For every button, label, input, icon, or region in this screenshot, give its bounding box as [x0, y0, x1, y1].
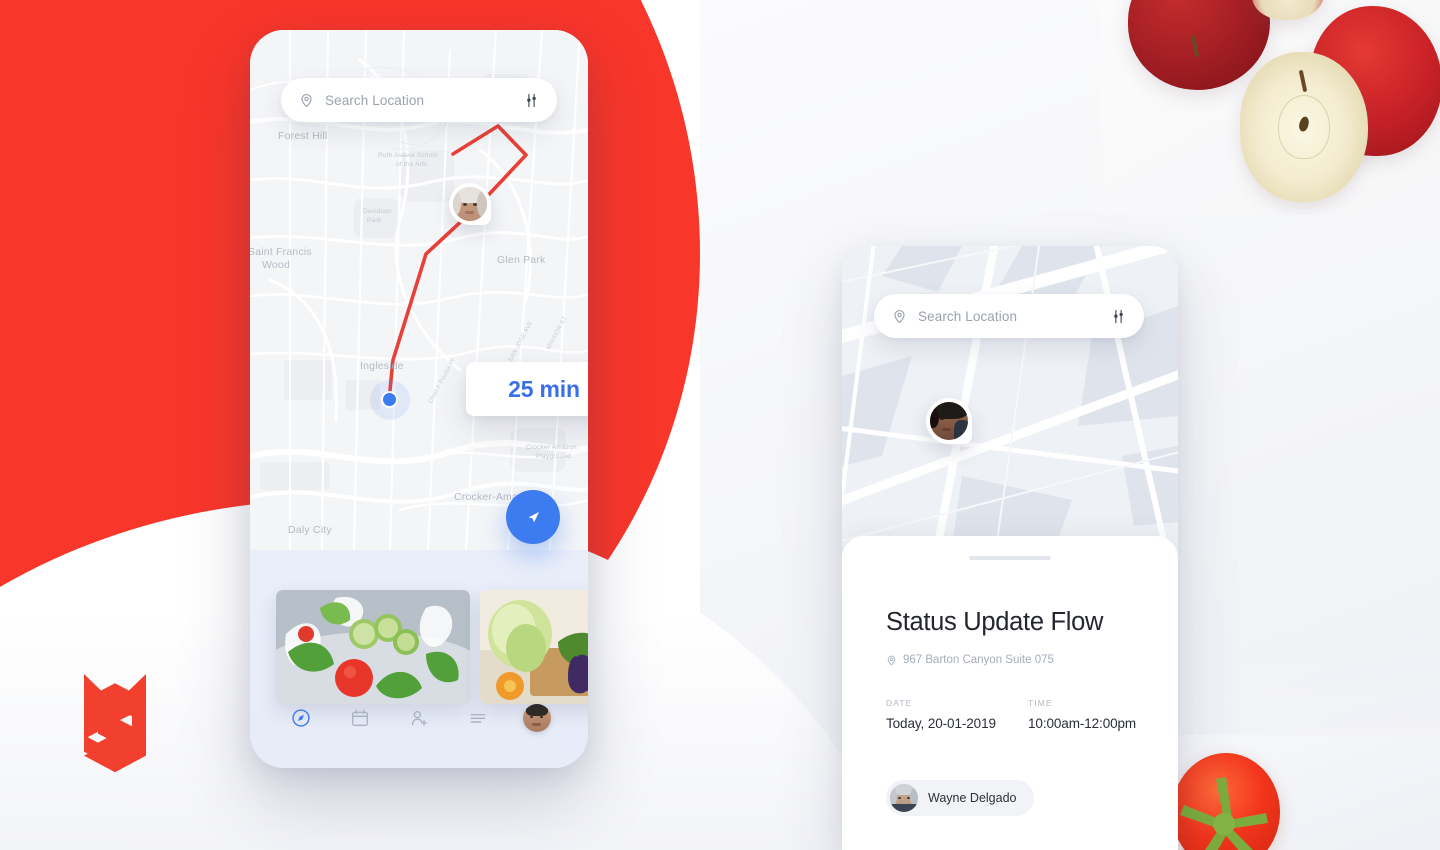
date-column: DATE Today, 20-01-2019 [886, 698, 1028, 731]
avatar [890, 784, 918, 812]
avatar-icon [522, 704, 551, 732]
apple-stem-icon [1191, 34, 1200, 57]
screenshot-canvas: Forest Hill Ruth Asawa School of the Art… [0, 0, 1440, 850]
avatar [453, 187, 487, 221]
filter-sliders-icon[interactable] [1111, 309, 1126, 324]
tab-profile[interactable] [518, 699, 556, 737]
time-value: 10:00am-12:00pm [1028, 716, 1137, 731]
map-avatar-marker[interactable] [449, 183, 491, 225]
ms-monogram-logo [78, 672, 154, 784]
eta-badge: 25 min [466, 362, 588, 416]
search-placeholder-right: Search Location [918, 308, 1018, 324]
apple-half-cut [1240, 52, 1368, 202]
apple-half-stem [1299, 69, 1308, 93]
compass-icon [292, 709, 311, 727]
map-view-right[interactable]: Search Location [842, 246, 1178, 556]
attendee-name: Wayne Delgado [928, 791, 1017, 805]
tab-menu[interactable] [459, 699, 497, 737]
address-text: 967 Barton Canyon Suite 075 [903, 654, 1054, 666]
date-label: DATE [886, 698, 913, 708]
page-title: Status Update Flow [886, 608, 1104, 636]
tab-explore[interactable] [282, 699, 320, 737]
time-column: TIME 10:00am-12:00pm [1028, 698, 1170, 731]
address-row: 967 Barton Canyon Suite 075 [886, 654, 1054, 666]
navigate-fab-button[interactable] [506, 490, 560, 544]
tomato-photo [1150, 735, 1440, 850]
search-placeholder-left: Search Location [325, 92, 425, 108]
time-label: TIME [1028, 698, 1053, 708]
attendee-chip[interactable]: Wayne Delgado [886, 780, 1035, 816]
navigate-arrow-icon [528, 511, 539, 523]
avatar-face [453, 187, 487, 221]
phone-left-mockup: Forest Hill Ruth Asawa School of the Art… [250, 30, 588, 768]
map-avatar-marker-right[interactable] [926, 398, 972, 444]
location-pin-icon [887, 655, 896, 666]
phone-right-mockup: Search Location Status Update Flow 967 B… [842, 246, 1178, 850]
current-location-dot [383, 393, 396, 406]
location-pin-icon [892, 309, 907, 324]
eta-value: 25 min [508, 375, 580, 402]
apple-whole-left [1128, 0, 1270, 90]
location-pin-icon [299, 93, 314, 108]
search-bar-left[interactable]: Search Location [281, 78, 557, 122]
bottom-tab-bar[interactable] [250, 684, 588, 768]
search-bar-right[interactable]: Search Location [874, 294, 1144, 338]
map-streets-right [842, 246, 1178, 556]
date-value: Today, 20-01-2019 [886, 716, 996, 731]
person-add-icon [411, 711, 427, 726]
tab-add-person[interactable] [400, 699, 438, 737]
map-view-left[interactable]: Forest Hill Ruth Asawa School of the Art… [250, 30, 588, 550]
filter-sliders-icon[interactable] [524, 93, 539, 108]
tab-calendar[interactable] [341, 699, 379, 737]
hamburger-menu-icon [470, 713, 486, 723]
avatar [930, 402, 968, 440]
apples-photo [1100, 0, 1440, 215]
date-time-row: DATE Today, 20-01-2019 TIME 10:00am-12:0… [886, 698, 1170, 731]
avatar-face [930, 402, 968, 440]
calendar-icon [352, 709, 369, 727]
detail-bottom-sheet: Status Update Flow 967 Barton Canyon Sui… [842, 536, 1178, 850]
drag-handle[interactable] [969, 556, 1051, 560]
